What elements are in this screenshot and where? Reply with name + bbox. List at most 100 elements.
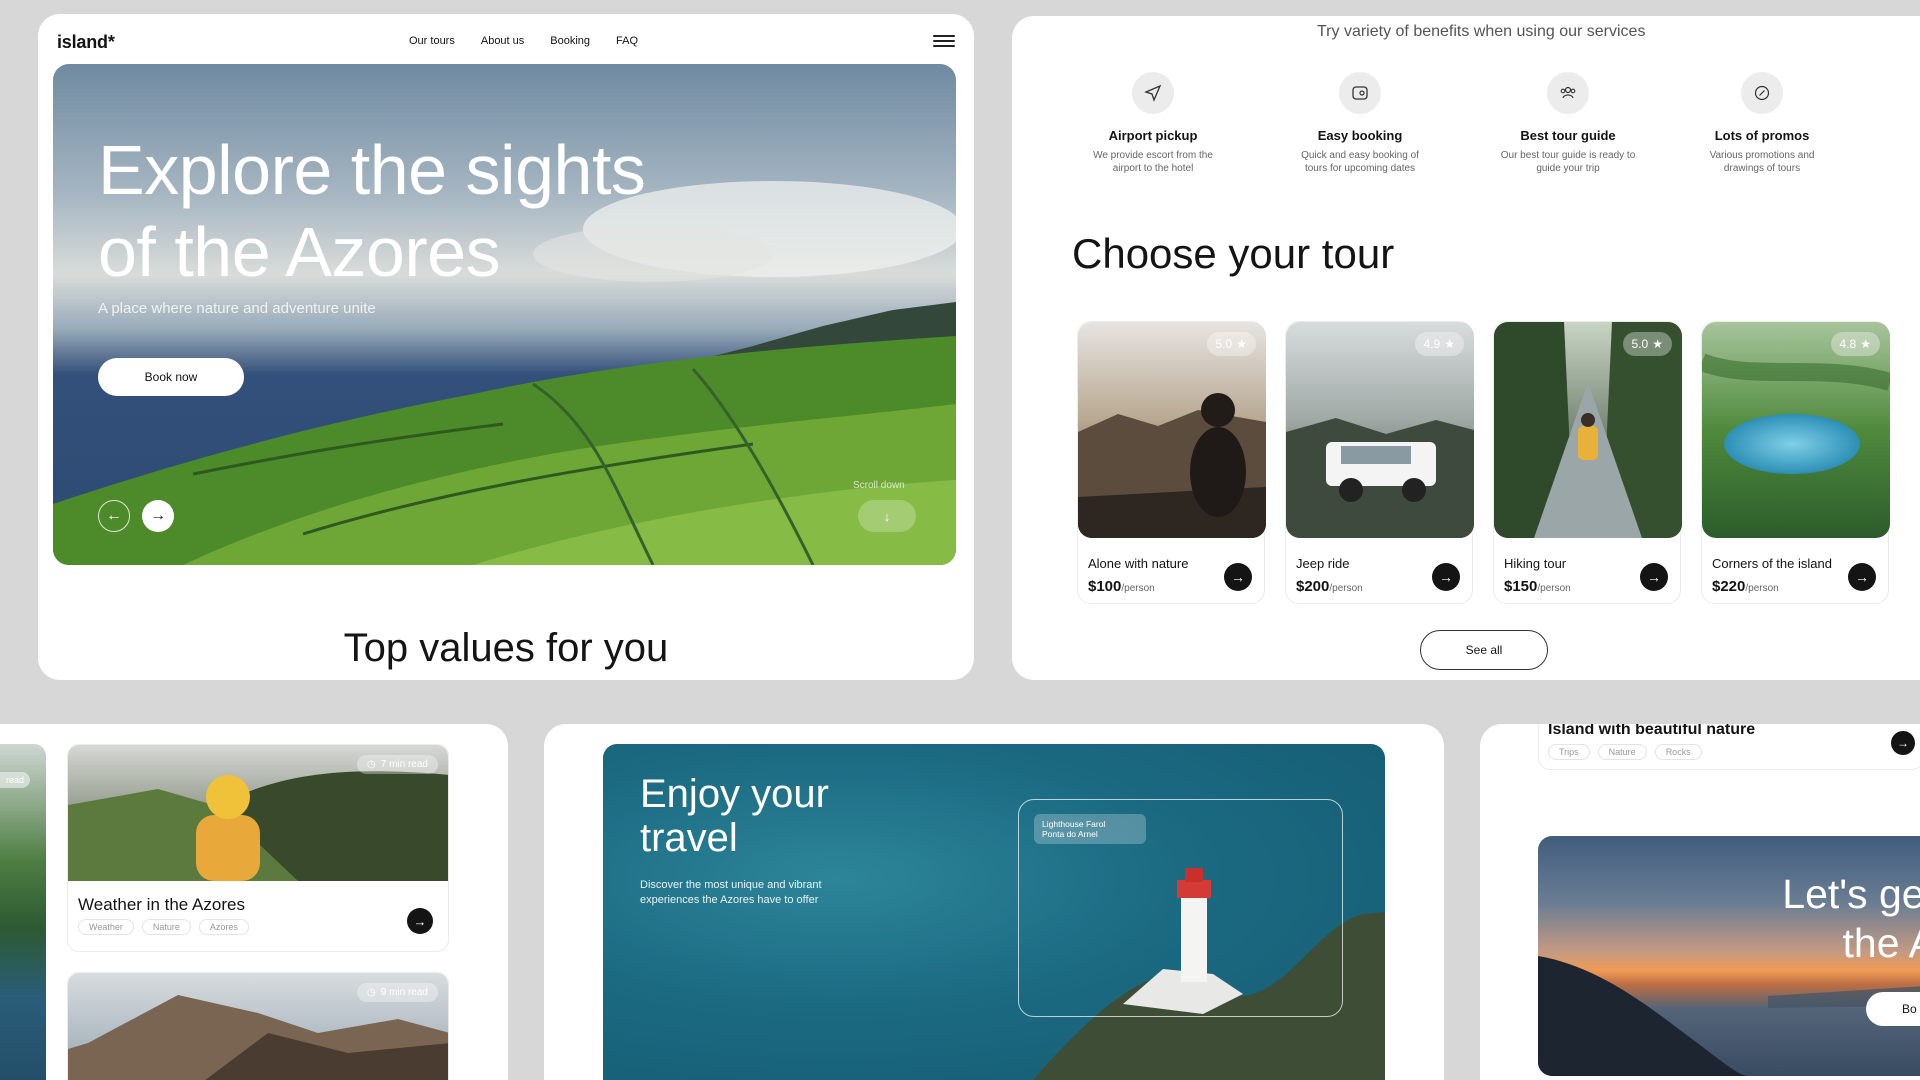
nav-about-us[interactable]: About us [481, 35, 524, 47]
blog-card-second[interactable]: ◷ 9 min read [67, 972, 449, 1080]
tour-card-corners-of-the-island[interactable]: 4.8 ★ Corners of the island $220/person → [1701, 321, 1890, 604]
rating-badge: 4.9 ★ [1414, 332, 1464, 356]
section-title-top-values: Top values for you [343, 626, 669, 670]
read-time-badge: ◷ 7 min read [357, 755, 438, 774]
location-frame: Lighthouse Farol Ponta do Arnel [1018, 799, 1343, 1017]
benefit-lots-of-promos: Lots of promos Various promotions and dr… [1672, 72, 1852, 175]
cta-headline: Let's getthe A [1782, 870, 1920, 968]
tag[interactable]: Rocks [1654, 744, 1702, 760]
tour-card-jeep-ride[interactable]: 4.9 ★ Jeep ride $200/person → [1285, 321, 1474, 604]
blog-card-island-nature[interactable]: Island with beautiful nature Trips Natur… [1538, 724, 1920, 770]
arrow-right-icon[interactable]: → [407, 908, 433, 934]
price-value: $200 [1296, 578, 1330, 595]
hero-page-panel: island* Our tours About us Booking FAQ E… [38, 14, 974, 680]
clock-icon: ◷ [367, 987, 376, 998]
travel-description: Discover the most unique and vibrant exp… [640, 879, 822, 906]
price-unit: /person [1121, 583, 1155, 594]
travel-headline-line-1: Enjoy your [640, 772, 829, 816]
tour-name: Alone with nature [1088, 556, 1189, 571]
read-time: 7 min read [380, 759, 428, 770]
nav-our-tours[interactable]: Our tours [409, 35, 455, 47]
nav-faq[interactable]: FAQ [616, 35, 638, 47]
blog-image-partial[interactable]: read [0, 744, 46, 1080]
clock-icon: ◷ [367, 759, 376, 770]
travel-headline-line-2: travel [640, 816, 738, 860]
arrow-right-icon[interactable]: → [1640, 563, 1668, 591]
tours-page-panel: Try variety of benefits when using our s… [1012, 16, 1920, 680]
rating-badge: 4.8 ★ [1830, 332, 1880, 356]
tag[interactable]: Azores [198, 919, 249, 935]
cta-headline-line-1: Let's get [1782, 871, 1920, 917]
cta-banner: Let's getthe A Bo [1538, 836, 1920, 1076]
wallet-icon [1339, 72, 1381, 114]
tour-card-alone-with-nature[interactable]: 5.0 ★ Alone with nature $100/person → [1077, 321, 1266, 604]
price-value: $150 [1504, 578, 1538, 595]
book-now-button[interactable]: Book now [98, 358, 244, 396]
travel-headline: Enjoy your travel [640, 772, 829, 860]
location-line-1: Lighthouse Farol [1042, 819, 1106, 829]
scroll-down-arrow-icon[interactable]: ↓ [858, 500, 916, 532]
blog-tags: Weather Nature Azores [78, 919, 249, 935]
blog-title: Weather in the Azores [78, 895, 245, 914]
scroll-down-label: Scroll down [853, 480, 905, 491]
see-all-button[interactable]: See all [1420, 630, 1548, 670]
arrow-right-icon[interactable]: → [1891, 731, 1915, 755]
next-slide-arrow-icon[interactable]: → [142, 500, 174, 532]
badge-percent-icon [1741, 72, 1783, 114]
blog-image: ◷ 9 min read [68, 973, 448, 1080]
location-label: Lighthouse Farol Ponta do Arnel [1034, 814, 1146, 844]
tour-name: Corners of the island [1712, 556, 1832, 571]
location-line-2: Ponta do Arnel [1042, 829, 1098, 839]
rating-value: 4.9 [1423, 337, 1441, 351]
tour-card-hiking-tour[interactable]: 5.0 ★ Hiking tour $150/person → [1493, 321, 1682, 604]
benefit-desc: Quick and easy booking of tours for upco… [1301, 150, 1419, 174]
tag[interactable]: Trips [1548, 744, 1590, 760]
benefit-best-tour-guide: Best tour guide Our best tour guide is r… [1478, 72, 1658, 175]
arrow-right-icon[interactable]: → [1432, 563, 1460, 591]
cta-button[interactable]: Bo [1866, 992, 1920, 1026]
headline-line-2: of the Azores [98, 213, 501, 291]
hero-headline: Explore the sights of the Azores [98, 129, 646, 293]
blog-image: ◷ 7 min read [68, 745, 448, 881]
nav-booking[interactable]: Booking [550, 35, 590, 47]
tag[interactable]: Weather [78, 919, 134, 935]
benefits-title: Try variety of benefits when using our s… [1317, 23, 1646, 40]
arrow-right-icon[interactable]: → [1848, 563, 1876, 591]
headline-line-1: Explore the sights [98, 131, 646, 209]
logo[interactable]: island* [57, 32, 115, 53]
prev-slide-arrow-icon[interactable]: ← [98, 500, 130, 532]
cta-headline-line-2: the A [1842, 920, 1920, 966]
hamburger-menu-icon[interactable] [933, 35, 955, 51]
star-icon: ★ [1236, 337, 1247, 351]
price-unit: /person [1537, 583, 1571, 594]
send-icon [1132, 72, 1174, 114]
rating-value: 4.8 [1839, 337, 1857, 351]
hero-subtitle: A place where nature and adventure unite [98, 300, 376, 317]
arrow-right-icon[interactable]: → [1224, 563, 1252, 591]
blog-page-panel: read ◷ 7 min read Weather in the Azores W… [0, 724, 508, 1080]
blog-card-weather[interactable]: ◷ 7 min read Weather in the Azores Weathe… [67, 744, 449, 952]
price-unit: /person [1745, 583, 1779, 594]
travel-page-panel: Enjoy your travel Discover the most uniqu… [544, 724, 1444, 1080]
rating-value: 5.0 [1631, 337, 1649, 351]
benefit-desc: Our best tour guide is ready to guide yo… [1500, 150, 1636, 174]
price-unit: /person [1329, 583, 1363, 594]
read-time: 9 min read [380, 987, 428, 998]
tag[interactable]: Nature [1597, 744, 1647, 760]
benefit-airport-pickup: Airport pickup We provide escort from th… [1063, 72, 1243, 175]
benefit-title: Easy booking [1317, 128, 1403, 143]
benefit-easy-booking: Easy booking Quick and easy booking of t… [1270, 72, 1450, 175]
benefit-title: Best tour guide [1520, 128, 1616, 143]
benefit-desc: We provide escort from the airport to th… [1093, 150, 1213, 174]
benefit-title: Lots of promos [1714, 128, 1810, 143]
price-value: $100 [1088, 578, 1122, 595]
people-icon [1547, 72, 1589, 114]
tour-name: Jeep ride [1296, 556, 1350, 571]
travel-banner: Enjoy your travel Discover the most uniqu… [603, 744, 1385, 1080]
star-icon: ★ [1444, 337, 1455, 351]
benefit-title: Airport pickup [1108, 128, 1198, 143]
tour-price: $220/person [1712, 578, 1779, 595]
tag[interactable]: Nature [141, 919, 191, 935]
rating-badge: 5.0 ★ [1206, 332, 1256, 356]
cta-page-panel: Island with beautiful nature Trips Natur… [1480, 724, 1920, 1080]
